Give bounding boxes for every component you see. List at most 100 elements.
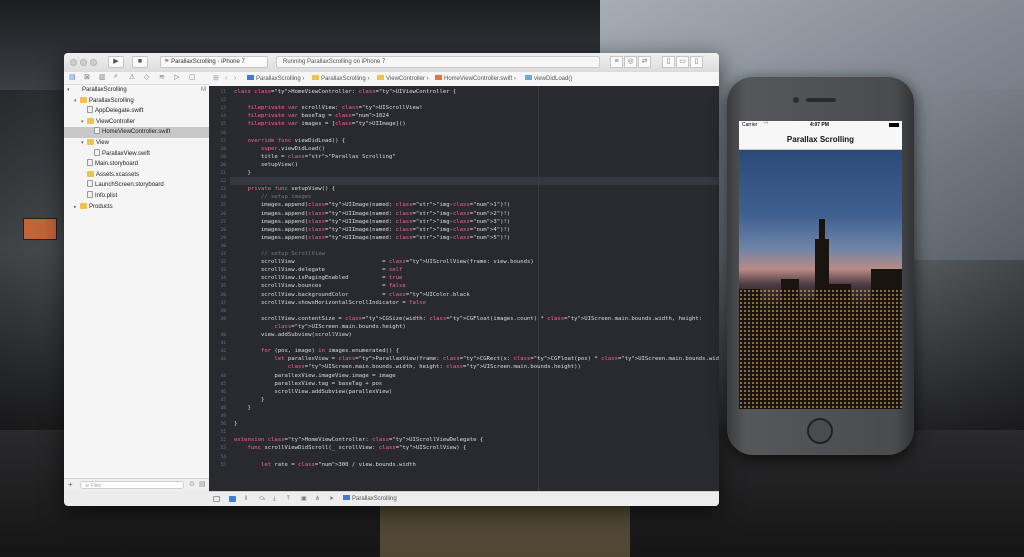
project-icon xyxy=(247,75,254,80)
line-number: 51 xyxy=(220,430,226,436)
tree-item[interactable]: ▾ ViewController xyxy=(64,117,226,128)
scheme-selector[interactable]: ⚑ ParallaxScrolling › iPhone 7 xyxy=(160,56,268,68)
tree-item[interactable]: Info.plist xyxy=(64,191,226,202)
line-number: 41 xyxy=(220,341,226,347)
debug-bar: ‖ ⤼ ⤓ ⤒ ▣ ⋔ ➤ ParallaxScrolling xyxy=(209,491,719,506)
report-icon[interactable]: ▢ xyxy=(189,73,196,81)
location-icon[interactable]: ➤ xyxy=(329,492,334,506)
background-sign xyxy=(23,218,57,240)
line-number: 34 xyxy=(220,276,226,282)
back-icon[interactable]: ‹ xyxy=(225,72,227,86)
pause-icon[interactable]: ‖ xyxy=(245,492,247,506)
debug-icon[interactable]: ≋ xyxy=(159,73,165,81)
tree-item[interactable]: ParallaxView.swiftA xyxy=(64,148,233,160)
memory-graph-icon[interactable]: ⋔ xyxy=(315,492,320,506)
related-items-icon[interactable]: ⊞ xyxy=(213,72,219,86)
debug-area-toggle-button[interactable]: ▭ xyxy=(676,56,689,68)
code-line: let rate = class="num">300 / view.bounds… xyxy=(260,461,416,468)
hide-debug-area-icon[interactable] xyxy=(213,496,220,502)
line-number: 47 xyxy=(220,397,226,403)
code-line: images.append(class="ty">UIImage(named: … xyxy=(234,218,511,225)
run-button[interactable]: ▶ xyxy=(108,56,124,68)
crumb-project[interactable]: ParallaxScrolling › xyxy=(247,72,304,86)
crumb-group[interactable]: ParallaxScrolling › xyxy=(312,72,369,86)
line-number: 25 xyxy=(220,203,226,209)
parallax-image[interactable] xyxy=(739,150,902,409)
folder-icon xyxy=(87,170,94,177)
tree-item-label: ParallaxView.swift xyxy=(102,150,150,157)
line-number: 37 xyxy=(220,300,226,306)
test-icon[interactable]: ◇ xyxy=(144,73,149,81)
version-editor-button[interactable]: ⇄ xyxy=(638,56,651,68)
code-line: } xyxy=(234,404,251,411)
activity-status: Running ParallaxScrolling on iPhone 7 xyxy=(276,56,600,68)
minimize-window-button[interactable] xyxy=(80,59,87,66)
step-over-icon[interactable]: ⤼ xyxy=(259,492,265,506)
code-line: parallexView.tag = baseTag + pos xyxy=(234,380,383,387)
add-icon[interactable]: + xyxy=(68,480,73,489)
jump-bar: ⊞ ‹ › ParallaxScrolling › ParallaxScroll… xyxy=(209,72,719,87)
code-line: setupView() xyxy=(234,161,298,168)
tree-item[interactable]: ▾ ParallaxScrolling xyxy=(64,96,219,107)
tree-item[interactable]: HomeViewController.swiftA xyxy=(64,127,233,139)
line-number: 53 xyxy=(220,446,226,452)
utilities-toggle-button[interactable]: ▯ xyxy=(690,56,703,68)
code-line: let parallexView = class="ty">ParallaxVi… xyxy=(274,356,719,363)
filter-placeholder: Filter xyxy=(90,483,102,489)
source-control-filter-icon[interactable]: ▤ xyxy=(199,480,206,488)
crumb-file[interactable]: HomeViewController.swift › xyxy=(435,72,516,86)
view-debugger-icon[interactable]: ▣ xyxy=(301,492,307,506)
folder-icon[interactable]: ▤ xyxy=(69,73,76,81)
crumb-subgroup[interactable]: ViewController › xyxy=(377,72,429,86)
line-number: 19 xyxy=(220,154,226,160)
crumb-label: HomeViewController.swift xyxy=(444,76,513,82)
zoom-window-button[interactable] xyxy=(90,59,97,66)
home-button[interactable] xyxy=(807,418,833,444)
battery-icon xyxy=(889,123,899,127)
xcode-toolbar: ▶ ■ ⚑ ParallaxScrolling › iPhone 7 Runni… xyxy=(64,53,719,73)
crumb-label: ParallaxScrolling xyxy=(321,76,366,82)
line-number: 15 xyxy=(220,122,226,128)
search-icon[interactable]: ⌕ xyxy=(114,73,118,81)
source-control-icon[interactable]: ⊠ xyxy=(84,73,90,81)
symbol-icon[interactable]: ▥ xyxy=(99,73,106,81)
code-line: } xyxy=(234,396,265,403)
recent-files-icon[interactable]: ⊙ xyxy=(189,480,195,488)
tree-item[interactable]: ▾ ParallaxScrolling M xyxy=(64,85,212,96)
stop-button[interactable]: ■ xyxy=(132,56,148,68)
assistant-editor-button[interactable]: ◎ xyxy=(624,56,637,68)
scm-status-badge: M xyxy=(201,87,206,93)
close-window-button[interactable] xyxy=(70,59,77,66)
crumb-symbol[interactable]: viewDidLoad() xyxy=(525,72,572,86)
play-icon: ▶ xyxy=(113,58,119,65)
project-navigator: ▤ ⊠ ▥ ⌕ ⚠ ◇ ≋ ▷ ▢ ▾ ParallaxScrolling M ▾ Pa… xyxy=(64,72,233,491)
issue-icon[interactable]: ⚠ xyxy=(129,73,135,81)
folder-icon xyxy=(80,202,87,209)
breakpoints-toggle-icon[interactable] xyxy=(229,496,236,502)
camera-icon xyxy=(793,97,799,103)
tree-item[interactable]: LaunchScreen.storyboard xyxy=(64,180,226,191)
tree-item[interactable]: AppDelegate.swiftA xyxy=(64,106,226,117)
line-number: 20 xyxy=(220,162,226,168)
code-line: super.viewDidLoad() xyxy=(260,145,325,152)
breakpoint-icon[interactable]: ▷ xyxy=(174,73,179,81)
filter-input[interactable]: ⊖ Filter xyxy=(80,481,184,489)
xcode-window: ▶ ■ ⚑ ParallaxScrolling › iPhone 7 Runni… xyxy=(64,53,719,506)
source-editor[interactable]: class class="ty">HomeViewController: cla… xyxy=(230,86,719,491)
step-into-icon[interactable]: ⤓ xyxy=(273,492,276,506)
code-line: images.append(class="ty">UIImage(named: … xyxy=(234,202,511,209)
navigator-toggle-button[interactable]: ▯ xyxy=(662,56,675,68)
line-number: 35 xyxy=(220,284,226,290)
line-number: 32 xyxy=(220,260,226,266)
debug-target[interactable]: ParallaxScrolling xyxy=(343,492,397,506)
tree-item[interactable]: ▾ View xyxy=(64,138,226,149)
standard-editor-button[interactable]: ≡ xyxy=(610,56,623,68)
tree-item[interactable]: Assets.xcassetsM xyxy=(64,170,226,181)
tree-item[interactable]: ▸ Products xyxy=(64,202,219,213)
simulator-screen[interactable]: Carrier ◠ 4:07 PM Parallax Scrolling xyxy=(739,121,902,409)
folder-icon xyxy=(87,139,94,145)
step-out-icon[interactable]: ⤒ xyxy=(287,492,290,506)
method-icon xyxy=(525,75,532,80)
tree-item[interactable]: Main.storyboard xyxy=(64,159,226,170)
forward-icon[interactable]: › xyxy=(234,72,236,86)
